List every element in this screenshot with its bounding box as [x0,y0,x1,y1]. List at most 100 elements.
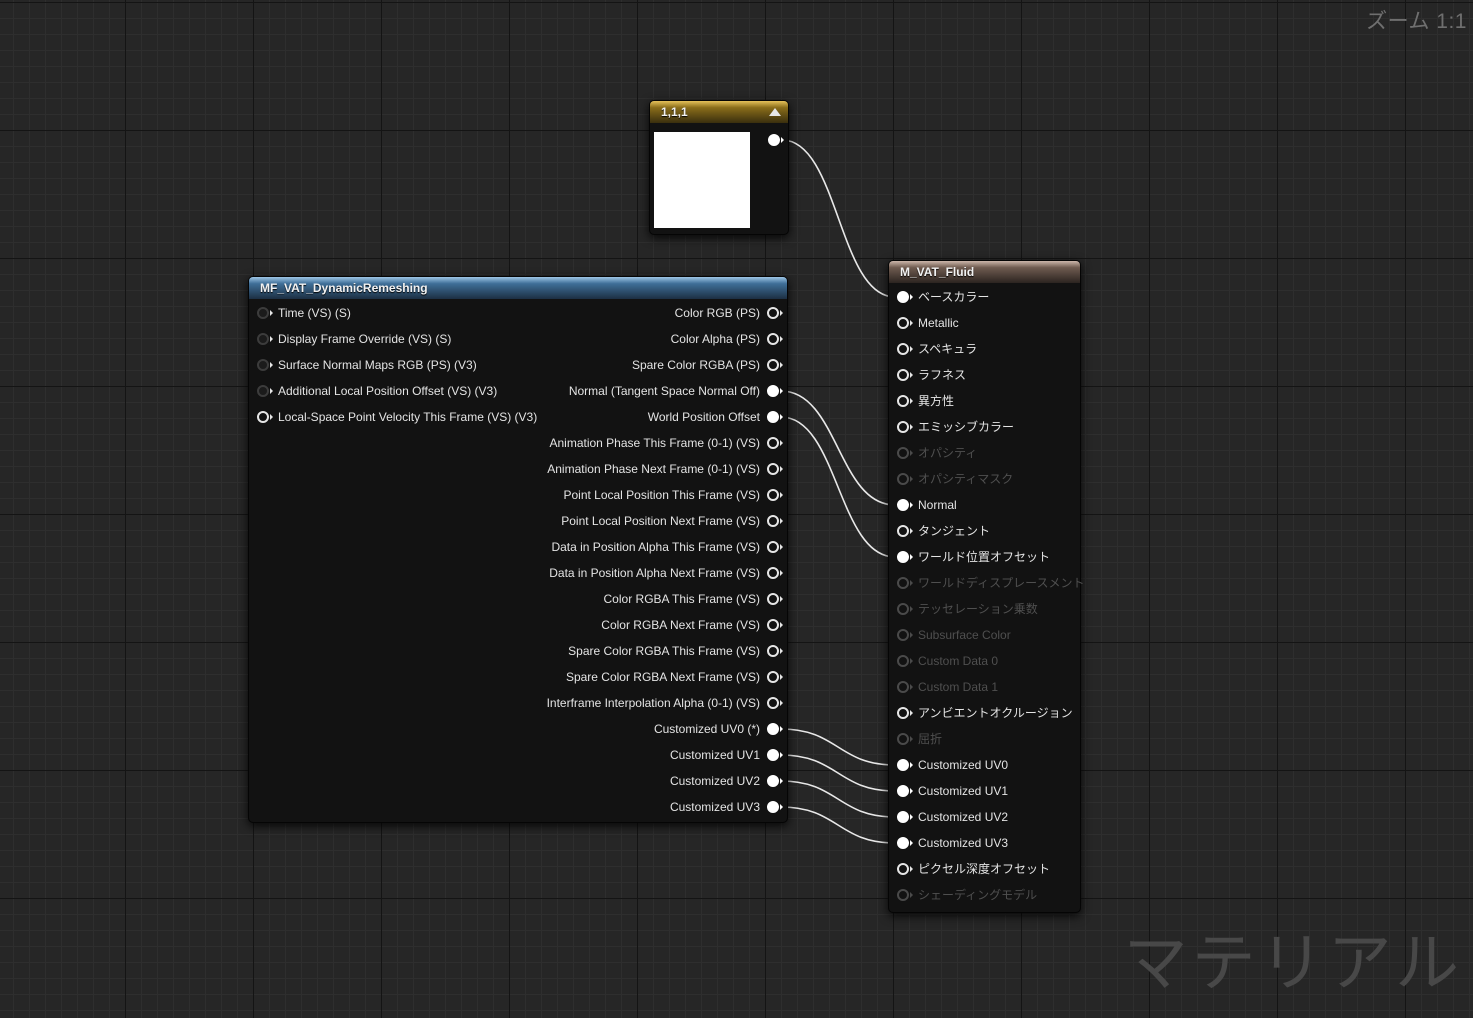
input-pin-icon[interactable] [257,307,273,319]
input-pin-icon[interactable] [897,681,913,693]
output-pin-icon[interactable] [767,437,783,449]
output-pin-icon[interactable] [767,385,783,397]
input-pin-icon[interactable] [897,889,913,901]
function-output-point-local-position-this-frame-vs[interactable]: Point Local Position This Frame (VS) [563,485,783,505]
function-output-color-rgba-next-frame-vs[interactable]: Color RGBA Next Frame (VS) [601,615,783,635]
material-function-node[interactable]: MF_VAT_DynamicRemeshing Time (VS) (S) Dis… [248,276,788,823]
function-output-world-position-offset[interactable]: World Position Offset [648,407,783,427]
function-output-data-in-position-alpha-this-frame-vs[interactable]: Data in Position Alpha This Frame (VS) [551,537,783,557]
output-pin-icon[interactable] [767,307,783,319]
function-output-color-alpha-ps[interactable]: Color Alpha (PS) [671,329,783,349]
function-node-title[interactable]: MF_VAT_DynamicRemeshing [249,277,787,299]
material-node-title[interactable]: M_VAT_Fluid [889,261,1080,283]
input-pin-icon[interactable] [897,759,913,771]
output-pin-icon[interactable] [767,645,783,657]
input-pin-icon[interactable] [897,525,913,537]
function-output-color-rgb-ps[interactable]: Color RGB (PS) [675,303,783,323]
constant-output-pin[interactable] [768,134,784,146]
input-pin-icon[interactable] [897,577,913,589]
function-output-color-rgba-this-frame-vs[interactable]: Color RGBA This Frame (VS) [604,589,783,609]
material-input-9[interactable]: タンジェント [897,521,990,541]
output-pin-icon[interactable] [767,619,783,631]
connection-wire[interactable] [780,416,896,558]
material-input-15[interactable]: Custom Data 1 [897,677,998,697]
input-pin-icon[interactable] [897,473,913,485]
input-pin-icon[interactable] [897,551,913,563]
material-input-22[interactable]: ピクセル深度オフセット [897,859,1050,879]
material-input-13[interactable]: Subsurface Color [897,625,1011,645]
output-pin-icon[interactable] [767,697,783,709]
material-input-7[interactable]: オパシティマスク [897,469,1013,489]
output-pin-icon[interactable] [767,411,783,423]
connection-wire[interactable] [780,728,896,766]
output-pin-icon[interactable] [767,567,783,579]
material-input-23[interactable]: シェーディングモデル [897,885,1037,905]
input-pin-icon[interactable] [257,411,273,423]
material-input-12[interactable]: テッセレーション乗数 [897,599,1038,619]
input-pin-icon[interactable] [897,811,913,823]
input-pin-icon[interactable] [897,837,913,849]
input-pin-icon[interactable] [897,655,913,667]
input-pin-icon[interactable] [257,359,273,371]
output-pin-icon[interactable] [767,541,783,553]
input-pin-icon[interactable] [897,447,913,459]
connection-wire[interactable] [780,780,896,818]
output-pin-icon[interactable] [767,489,783,501]
constant-node-title[interactable]: 1,1,1 [650,101,788,123]
function-input-local-space-point-velocity-this-frame-vs-v3[interactable]: Local-Space Point Velocity This Frame (V… [257,407,537,427]
output-pin-icon[interactable] [767,463,783,475]
material-input-5[interactable]: エミッシブカラー [897,417,1014,437]
input-pin-icon[interactable] [897,369,913,381]
output-pin-icon[interactable] [767,801,783,813]
input-pin-icon[interactable] [257,333,273,345]
function-output-spare-color-rgba-ps[interactable]: Spare Color RGBA (PS) [632,355,783,375]
function-output-interframe-interpolation-alpha-0-1-vs[interactable]: Interframe Interpolation Alpha (0-1) (VS… [547,693,783,713]
function-output-animation-phase-next-frame-0-1-vs[interactable]: Animation Phase Next Frame (0-1) (VS) [547,459,783,479]
input-pin-icon[interactable] [257,385,273,397]
input-pin-icon[interactable] [897,603,913,615]
material-input-19[interactable]: Customized UV1 [897,781,1008,801]
function-output-normal-tangent-space-normal-off[interactable]: Normal (Tangent Space Normal Off) [569,381,783,401]
function-input-additional-local-position-offset-vs-v3[interactable]: Additional Local Position Offset (VS) (V… [257,381,497,401]
material-input-6[interactable]: オパシティ [897,443,977,463]
material-input-17[interactable]: 屈折 [897,729,942,749]
input-pin-icon[interactable] [897,629,913,641]
function-input-display-frame-override-vs-s[interactable]: Display Frame Override (VS) (S) [257,329,451,349]
function-output-spare-color-rgba-this-frame-vs[interactable]: Spare Color RGBA This Frame (VS) [568,641,783,661]
connection-wire[interactable] [780,806,896,844]
function-input-surface-normal-maps-rgb-ps-v3[interactable]: Surface Normal Maps RGB (PS) (V3) [257,355,477,375]
function-output-customized-uv2[interactable]: Customized UV2 [670,771,783,791]
material-input-14[interactable]: Custom Data 0 [897,651,998,671]
output-pin-icon[interactable] [767,775,783,787]
constant-vector-node[interactable]: 1,1,1 [649,100,789,235]
connection-wire[interactable] [781,139,896,298]
output-pin-icon[interactable] [767,723,783,735]
material-input-8[interactable]: Normal [897,495,957,515]
output-pin-icon[interactable] [767,593,783,605]
material-input-20[interactable]: Customized UV2 [897,807,1008,827]
input-pin-icon[interactable] [897,733,913,745]
input-pin-icon[interactable] [897,395,913,407]
material-input-3[interactable]: ラフネス [897,365,966,385]
material-input-21[interactable]: Customized UV3 [897,833,1008,853]
function-output-customized-uv1[interactable]: Customized UV1 [670,745,783,765]
input-pin-icon[interactable] [897,343,913,355]
output-pin-icon[interactable] [767,749,783,761]
input-pin-icon[interactable] [897,707,913,719]
input-pin-icon[interactable] [897,317,913,329]
function-output-animation-phase-this-frame-0-1-vs[interactable]: Animation Phase This Frame (0-1) (VS) [549,433,783,453]
material-input-1[interactable]: Metallic [897,313,959,333]
material-result-node[interactable]: M_VAT_Fluid ベースカラー Metallic スペキュラ ラフネス 異方性 エミ… [888,260,1085,913]
function-output-data-in-position-alpha-next-frame-vs[interactable]: Data in Position Alpha Next Frame (VS) [549,563,783,583]
function-output-customized-uv0[interactable]: Customized UV0 (*) [654,719,783,739]
connection-wire[interactable] [780,754,896,792]
function-input-time-vs-s[interactable]: Time (VS) (S) [257,303,351,323]
material-input-0[interactable]: ベースカラー [897,287,989,307]
output-pin-icon[interactable] [767,359,783,371]
material-input-18[interactable]: Customized UV0 [897,755,1008,775]
material-input-11[interactable]: ワールドディスプレースメント [897,573,1085,593]
function-output-customized-uv3[interactable]: Customized UV3 [670,797,783,817]
input-pin-icon[interactable] [897,785,913,797]
input-pin-icon[interactable] [897,863,913,875]
function-output-spare-color-rgba-next-frame-vs[interactable]: Spare Color RGBA Next Frame (VS) [566,667,783,687]
